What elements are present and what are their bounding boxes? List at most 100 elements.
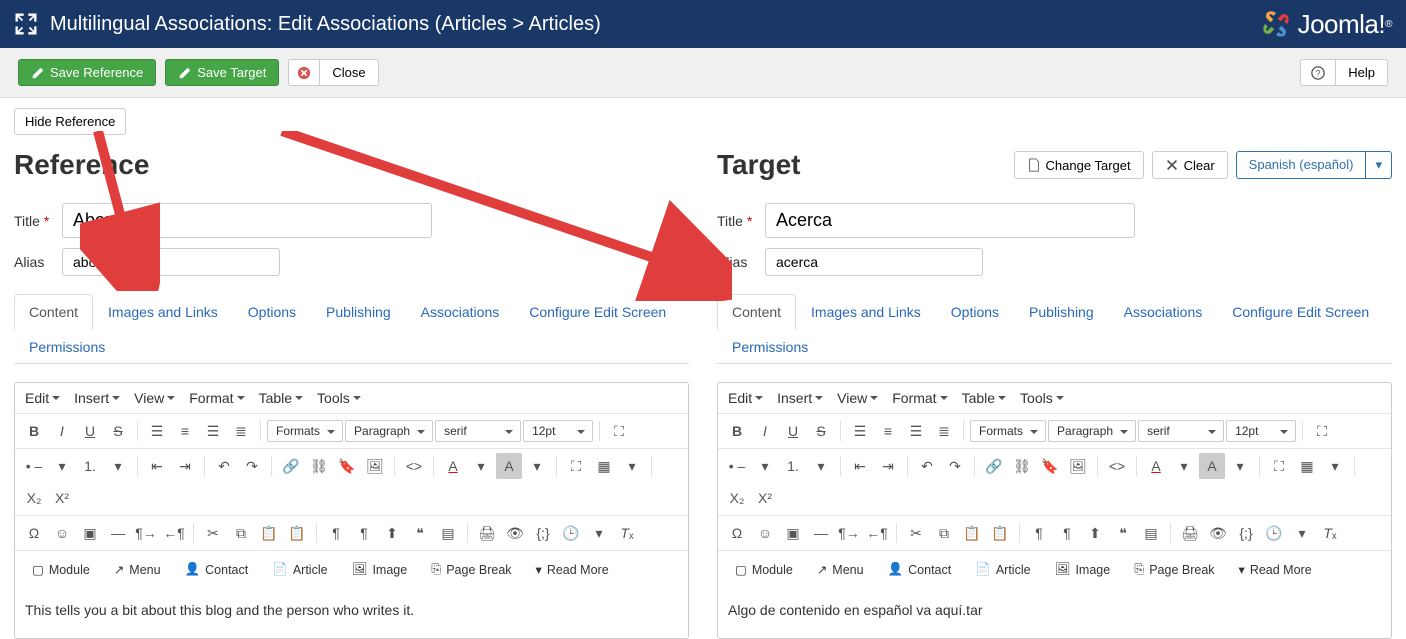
link-icon[interactable]: 🔗 [981, 453, 1007, 479]
insert-module-button[interactable]: ▢ Module [726, 557, 802, 582]
redo-icon[interactable]: ↷ [942, 453, 968, 479]
reference-title-input[interactable] [62, 203, 432, 238]
emoji-icon[interactable]: ☺ [752, 520, 778, 546]
fullscreen-icon[interactable]: ⛶ [606, 418, 632, 444]
menu-insert[interactable]: Insert [777, 390, 823, 406]
underline-icon[interactable]: U [780, 418, 806, 444]
cut-icon[interactable]: ✂ [200, 520, 226, 546]
print-icon[interactable]: 🖨 [474, 520, 500, 546]
tab-images-links[interactable]: Images and Links [93, 294, 233, 330]
clear-format-icon[interactable]: Tₓ [614, 520, 640, 546]
paragraph-ltr-icon[interactable]: ¶ [1026, 520, 1052, 546]
insert-readmore-button[interactable]: ▾ Read More [1230, 557, 1321, 582]
text-color-icon[interactable]: A [440, 453, 466, 479]
fullscreen2-icon[interactable]: ⛶ [563, 453, 589, 479]
hr-icon[interactable]: — [105, 520, 131, 546]
bg-color-icon[interactable]: A [1199, 453, 1225, 479]
paste-text-icon[interactable]: 📋 [987, 520, 1013, 546]
tab-permissions[interactable]: Permissions [717, 329, 823, 364]
strikethrough-icon[interactable]: S [105, 418, 131, 444]
insert-article-button[interactable]: 📄 Article [966, 557, 1039, 582]
tab-associations[interactable]: Associations [1109, 294, 1218, 330]
clear-format-icon[interactable]: Tₓ [1317, 520, 1343, 546]
print-icon[interactable]: 🖨 [1177, 520, 1203, 546]
menu-view[interactable]: View [134, 390, 175, 406]
preview-icon[interactable]: 👁 [1205, 520, 1231, 546]
image-icon[interactable]: 🖼 [362, 453, 388, 479]
help-icon-button[interactable]: ? [1300, 59, 1335, 86]
rtl-icon[interactable]: ←¶ [161, 520, 187, 546]
template-icon[interactable]: ▤ [1138, 520, 1164, 546]
insert-readmore-button[interactable]: ▾ Read More [527, 557, 618, 582]
superscript-icon[interactable]: X² [752, 485, 778, 511]
fullscreen2-icon[interactable]: ⛶ [1266, 453, 1292, 479]
paste-text-icon[interactable]: 📋 [284, 520, 310, 546]
formats-select[interactable]: Formats [267, 420, 343, 442]
link-icon[interactable]: 🔗 [278, 453, 304, 479]
tab-options[interactable]: Options [233, 294, 311, 330]
preview-icon[interactable]: 👁 [502, 520, 528, 546]
insert-pagebreak-button[interactable]: ⎘ Page Break [1125, 557, 1223, 582]
outdent-icon[interactable]: ⇤ [847, 453, 873, 479]
indent-icon[interactable]: ⇥ [875, 453, 901, 479]
save-reference-button[interactable]: Save Reference [18, 59, 156, 86]
fullscreen-icon[interactable]: ⛶ [1309, 418, 1335, 444]
menu-table[interactable]: Table [259, 390, 303, 406]
unlink-icon[interactable]: ⛓ [306, 453, 332, 479]
target-alias-input[interactable] [765, 248, 983, 276]
datetime-icon[interactable]: 🕒 [1261, 520, 1287, 546]
caret-down-icon[interactable]: ▾ [619, 453, 645, 479]
cut-icon[interactable]: ✂ [903, 520, 929, 546]
target-title-input[interactable] [765, 203, 1135, 238]
template-icon[interactable]: ▤ [435, 520, 461, 546]
tab-configure[interactable]: Configure Edit Screen [1217, 294, 1384, 330]
language-select[interactable]: Spanish (español) ▾ [1236, 151, 1392, 179]
outdent-icon[interactable]: ⇤ [144, 453, 170, 479]
caret-down-icon[interactable]: ▾ [524, 453, 550, 479]
menu-table[interactable]: Table [962, 390, 1006, 406]
align-center-icon[interactable]: ≡ [875, 418, 901, 444]
tab-publishing[interactable]: Publishing [311, 294, 406, 330]
redo-icon[interactable]: ↷ [239, 453, 265, 479]
insert-module-button[interactable]: ▢ Module [23, 557, 99, 582]
ltr-icon[interactable]: ¶→ [836, 520, 862, 546]
indent-icon[interactable]: ⇥ [172, 453, 198, 479]
menu-format[interactable]: Format [189, 390, 244, 406]
target-content[interactable]: Algo de contenido en español va aquí.tar [718, 588, 1391, 638]
close-icon-button[interactable] [288, 59, 319, 86]
align-right-icon[interactable]: ☰ [200, 418, 226, 444]
menu-view[interactable]: View [837, 390, 878, 406]
omega-icon[interactable]: Ω [724, 520, 750, 546]
code-icon[interactable]: <> [1104, 453, 1130, 479]
reference-content[interactable]: This tells you a bit about this blog and… [15, 588, 688, 638]
align-justify-icon[interactable]: ≣ [931, 418, 957, 444]
formats-select[interactable]: Formats [970, 420, 1046, 442]
numbered-list-icon[interactable]: 1. [77, 453, 103, 479]
tab-permissions[interactable]: Permissions [14, 329, 120, 364]
menu-insert[interactable]: Insert [74, 390, 120, 406]
caret-down-icon[interactable]: ▾ [468, 453, 494, 479]
paste-icon[interactable]: 📋 [959, 520, 985, 546]
strikethrough-icon[interactable]: S [808, 418, 834, 444]
underline-icon[interactable]: U [77, 418, 103, 444]
copy-icon[interactable]: ⧉ [228, 520, 254, 546]
italic-icon[interactable]: I [49, 418, 75, 444]
bullet-list-icon[interactable]: • – [724, 453, 750, 479]
paragraph-select[interactable]: Paragraph [1048, 420, 1136, 442]
blockquote-icon[interactable]: ❝ [1110, 520, 1136, 546]
align-justify-icon[interactable]: ≣ [228, 418, 254, 444]
datetime-icon[interactable]: 🕒 [558, 520, 584, 546]
insert-article-button[interactable]: 📄 Article [263, 557, 336, 582]
menu-format[interactable]: Format [892, 390, 947, 406]
table-icon[interactable]: ▦ [1294, 453, 1320, 479]
paragraph-ltr-icon[interactable]: ¶ [323, 520, 349, 546]
align-left-icon[interactable]: ☰ [847, 418, 873, 444]
paste-icon[interactable]: 📋 [256, 520, 282, 546]
code-icon[interactable]: <> [401, 453, 427, 479]
menu-edit[interactable]: Edit [728, 390, 763, 406]
clear-button[interactable]: Clear [1152, 151, 1228, 179]
align-right-icon[interactable]: ☰ [903, 418, 929, 444]
paragraph-select[interactable]: Paragraph [345, 420, 433, 442]
tab-content[interactable]: Content [14, 294, 93, 330]
omega-icon[interactable]: Ω [21, 520, 47, 546]
